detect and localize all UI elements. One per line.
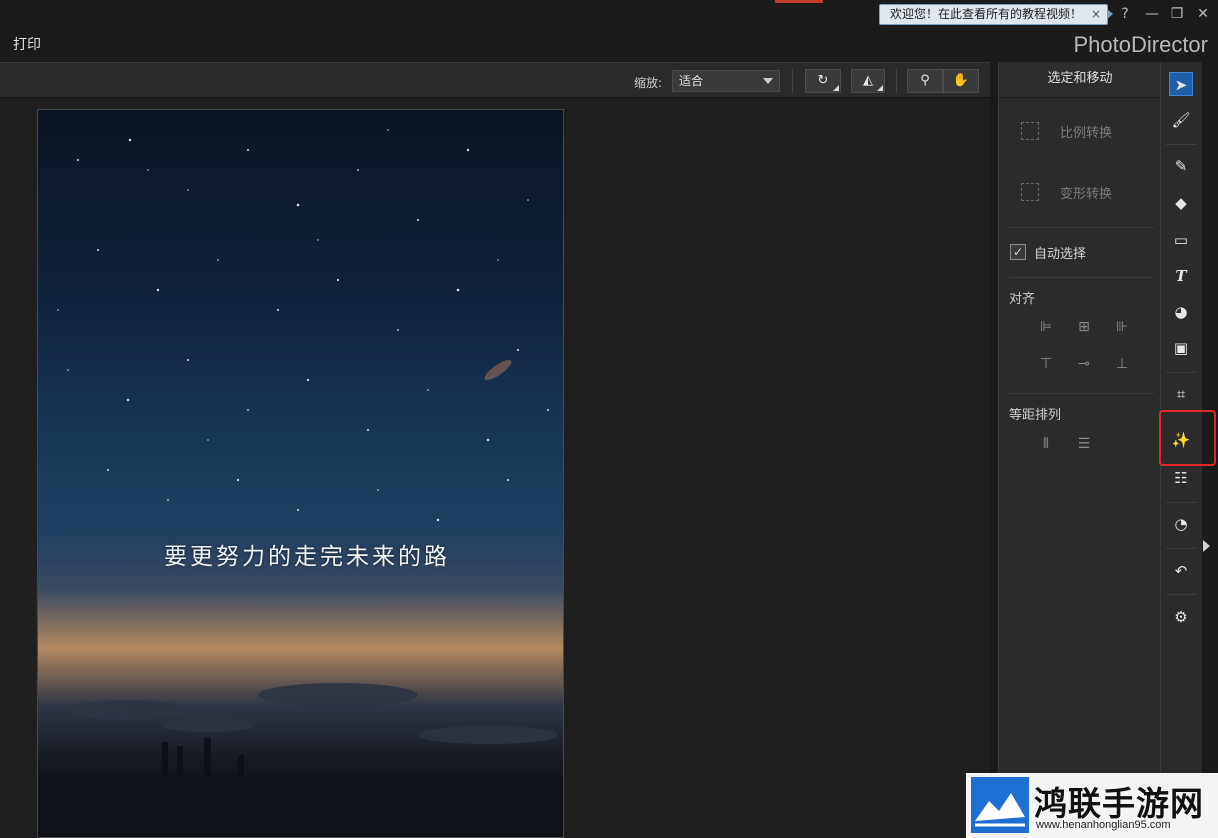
- toolbar-divider: [896, 69, 897, 93]
- magic-wand-highlight-box: [1159, 410, 1216, 466]
- align-center-horizontal-icon[interactable]: ⊞: [1074, 317, 1094, 337]
- chevron-down-icon: [763, 78, 773, 84]
- text-tool-icon[interactable]: T: [1169, 264, 1193, 288]
- eraser-icon[interactable]: ◆: [1169, 191, 1193, 215]
- color-balance-icon[interactable]: ◔: [1169, 512, 1193, 536]
- align-left-icon[interactable]: ⊫: [1036, 317, 1056, 337]
- scale-transform-icon: [1021, 122, 1039, 140]
- menu-bar: 打印 PhotoDirector: [0, 28, 1218, 62]
- active-tab-indicator: [775, 0, 823, 3]
- settings-gear-icon[interactable]: ⚙: [1169, 605, 1193, 629]
- print-menu[interactable]: 打印: [13, 34, 41, 54]
- distribute-heading: 等距排列: [1009, 408, 1062, 423]
- rotate-icon: ↻: [817, 73, 829, 88]
- zoom-label: 缩放:: [634, 76, 663, 90]
- restore-button[interactable]: ❐: [1168, 4, 1186, 24]
- tool-divider: [1166, 502, 1196, 503]
- title-bar: 欢迎您！在此查看所有的教程视频！ × ? — ❐ ✕: [0, 0, 1218, 28]
- auto-select-label: 自动选择: [1034, 247, 1087, 262]
- watermark-url: www.henanhonglian95.com: [1036, 819, 1171, 831]
- brush-stack-icon[interactable]: 🖌: [1169, 108, 1193, 132]
- distribute-vertical-icon[interactable]: ☰: [1074, 434, 1094, 454]
- distribute-horizontal-icon[interactable]: ⦀: [1036, 434, 1056, 454]
- editor-toolbar: 缩放: 适合 ↻ ◭ ⚲ ✋: [0, 62, 990, 98]
- magnifier-icon: ⚲: [920, 73, 930, 88]
- dropdown-corner-icon: [833, 85, 839, 91]
- gradient-icon[interactable]: ▣: [1169, 336, 1193, 360]
- warp-transform-icon: [1021, 183, 1039, 201]
- warp-transform-label: 变形转换: [1060, 187, 1113, 202]
- warp-transform-button[interactable]: 变形转换: [1009, 172, 1154, 212]
- zoom-value: 适合: [679, 74, 704, 88]
- flip-button[interactable]: ◭: [851, 69, 885, 93]
- tutorial-tooltip[interactable]: 欢迎您！在此查看所有的教程视频！ ×: [879, 4, 1108, 25]
- dropdown-corner-icon: [877, 85, 883, 91]
- select-move-tool-icon[interactable]: ➤: [1169, 72, 1193, 96]
- tooltip-text: 欢迎您！在此查看所有的教程视频！: [890, 7, 1083, 21]
- rotate-button[interactable]: ↻: [805, 69, 841, 93]
- pencil-icon[interactable]: ✎: [1169, 154, 1193, 178]
- tool-divider: [1166, 144, 1196, 145]
- tooltip-arrow-icon: [1107, 9, 1113, 19]
- hand-tool-button[interactable]: ✋: [943, 69, 979, 93]
- checkmark-icon: ✓: [1012, 245, 1024, 259]
- photo-caption-text: 要更努力的走完未来的路: [164, 544, 450, 570]
- panel-divider: [1009, 393, 1154, 394]
- adjust-sliders-icon[interactable]: ☷: [1169, 466, 1193, 490]
- minimize-button[interactable]: —: [1143, 4, 1161, 24]
- align-heading: 对齐: [1009, 292, 1036, 307]
- panel-collapse-arrow-icon[interactable]: [1203, 540, 1210, 552]
- toolbar-divider: [792, 69, 793, 93]
- rectangle-icon[interactable]: ▭: [1169, 228, 1193, 252]
- help-button[interactable]: ?: [1116, 4, 1134, 24]
- zoom-select[interactable]: 适合: [672, 70, 780, 92]
- canvas-photo[interactable]: 要更努力的走完未来的路: [37, 109, 564, 838]
- align-middle-vertical-icon[interactable]: ⊸: [1074, 354, 1094, 374]
- panel-title: 选定和移动: [999, 62, 1161, 98]
- site-watermark: 鸿联手游网 www.henanhonglian95.com: [966, 773, 1218, 838]
- paint-bucket-icon[interactable]: ◕: [1169, 300, 1193, 324]
- starfield-graphic: [38, 129, 563, 837]
- tooltip-close-icon[interactable]: ×: [1091, 5, 1101, 24]
- zoom-tool-button[interactable]: ⚲: [907, 69, 943, 93]
- auto-select-checkbox[interactable]: ✓: [1010, 244, 1026, 260]
- align-top-icon[interactable]: ⊤: [1036, 354, 1056, 374]
- history-icon[interactable]: ↶: [1169, 559, 1193, 583]
- watermark-title: 鸿联手游网: [1034, 784, 1204, 823]
- scale-transform-button[interactable]: 比例转换: [1009, 111, 1154, 151]
- close-button[interactable]: ✕: [1194, 4, 1212, 24]
- crop-icon[interactable]: ⌗: [1169, 382, 1193, 406]
- align-right-icon[interactable]: ⊪: [1112, 317, 1132, 337]
- tool-divider: [1166, 548, 1196, 549]
- tool-divider: [1166, 372, 1196, 373]
- editor-area: 缩放: 适合 ↻ ◭ ⚲ ✋ 要更努力的走完未来的路: [0, 62, 990, 838]
- app-brand: PhotoDirector: [1073, 32, 1208, 57]
- hand-icon: ✋: [952, 73, 970, 88]
- align-bottom-icon[interactable]: ⊥: [1112, 354, 1132, 374]
- panel-divider: [1009, 277, 1154, 278]
- tool-divider: [1166, 594, 1196, 595]
- panel-divider: [1009, 227, 1154, 228]
- scale-transform-label: 比例转换: [1060, 126, 1113, 141]
- flip-icon: ◭: [863, 73, 873, 88]
- watermark-logo: [971, 777, 1029, 833]
